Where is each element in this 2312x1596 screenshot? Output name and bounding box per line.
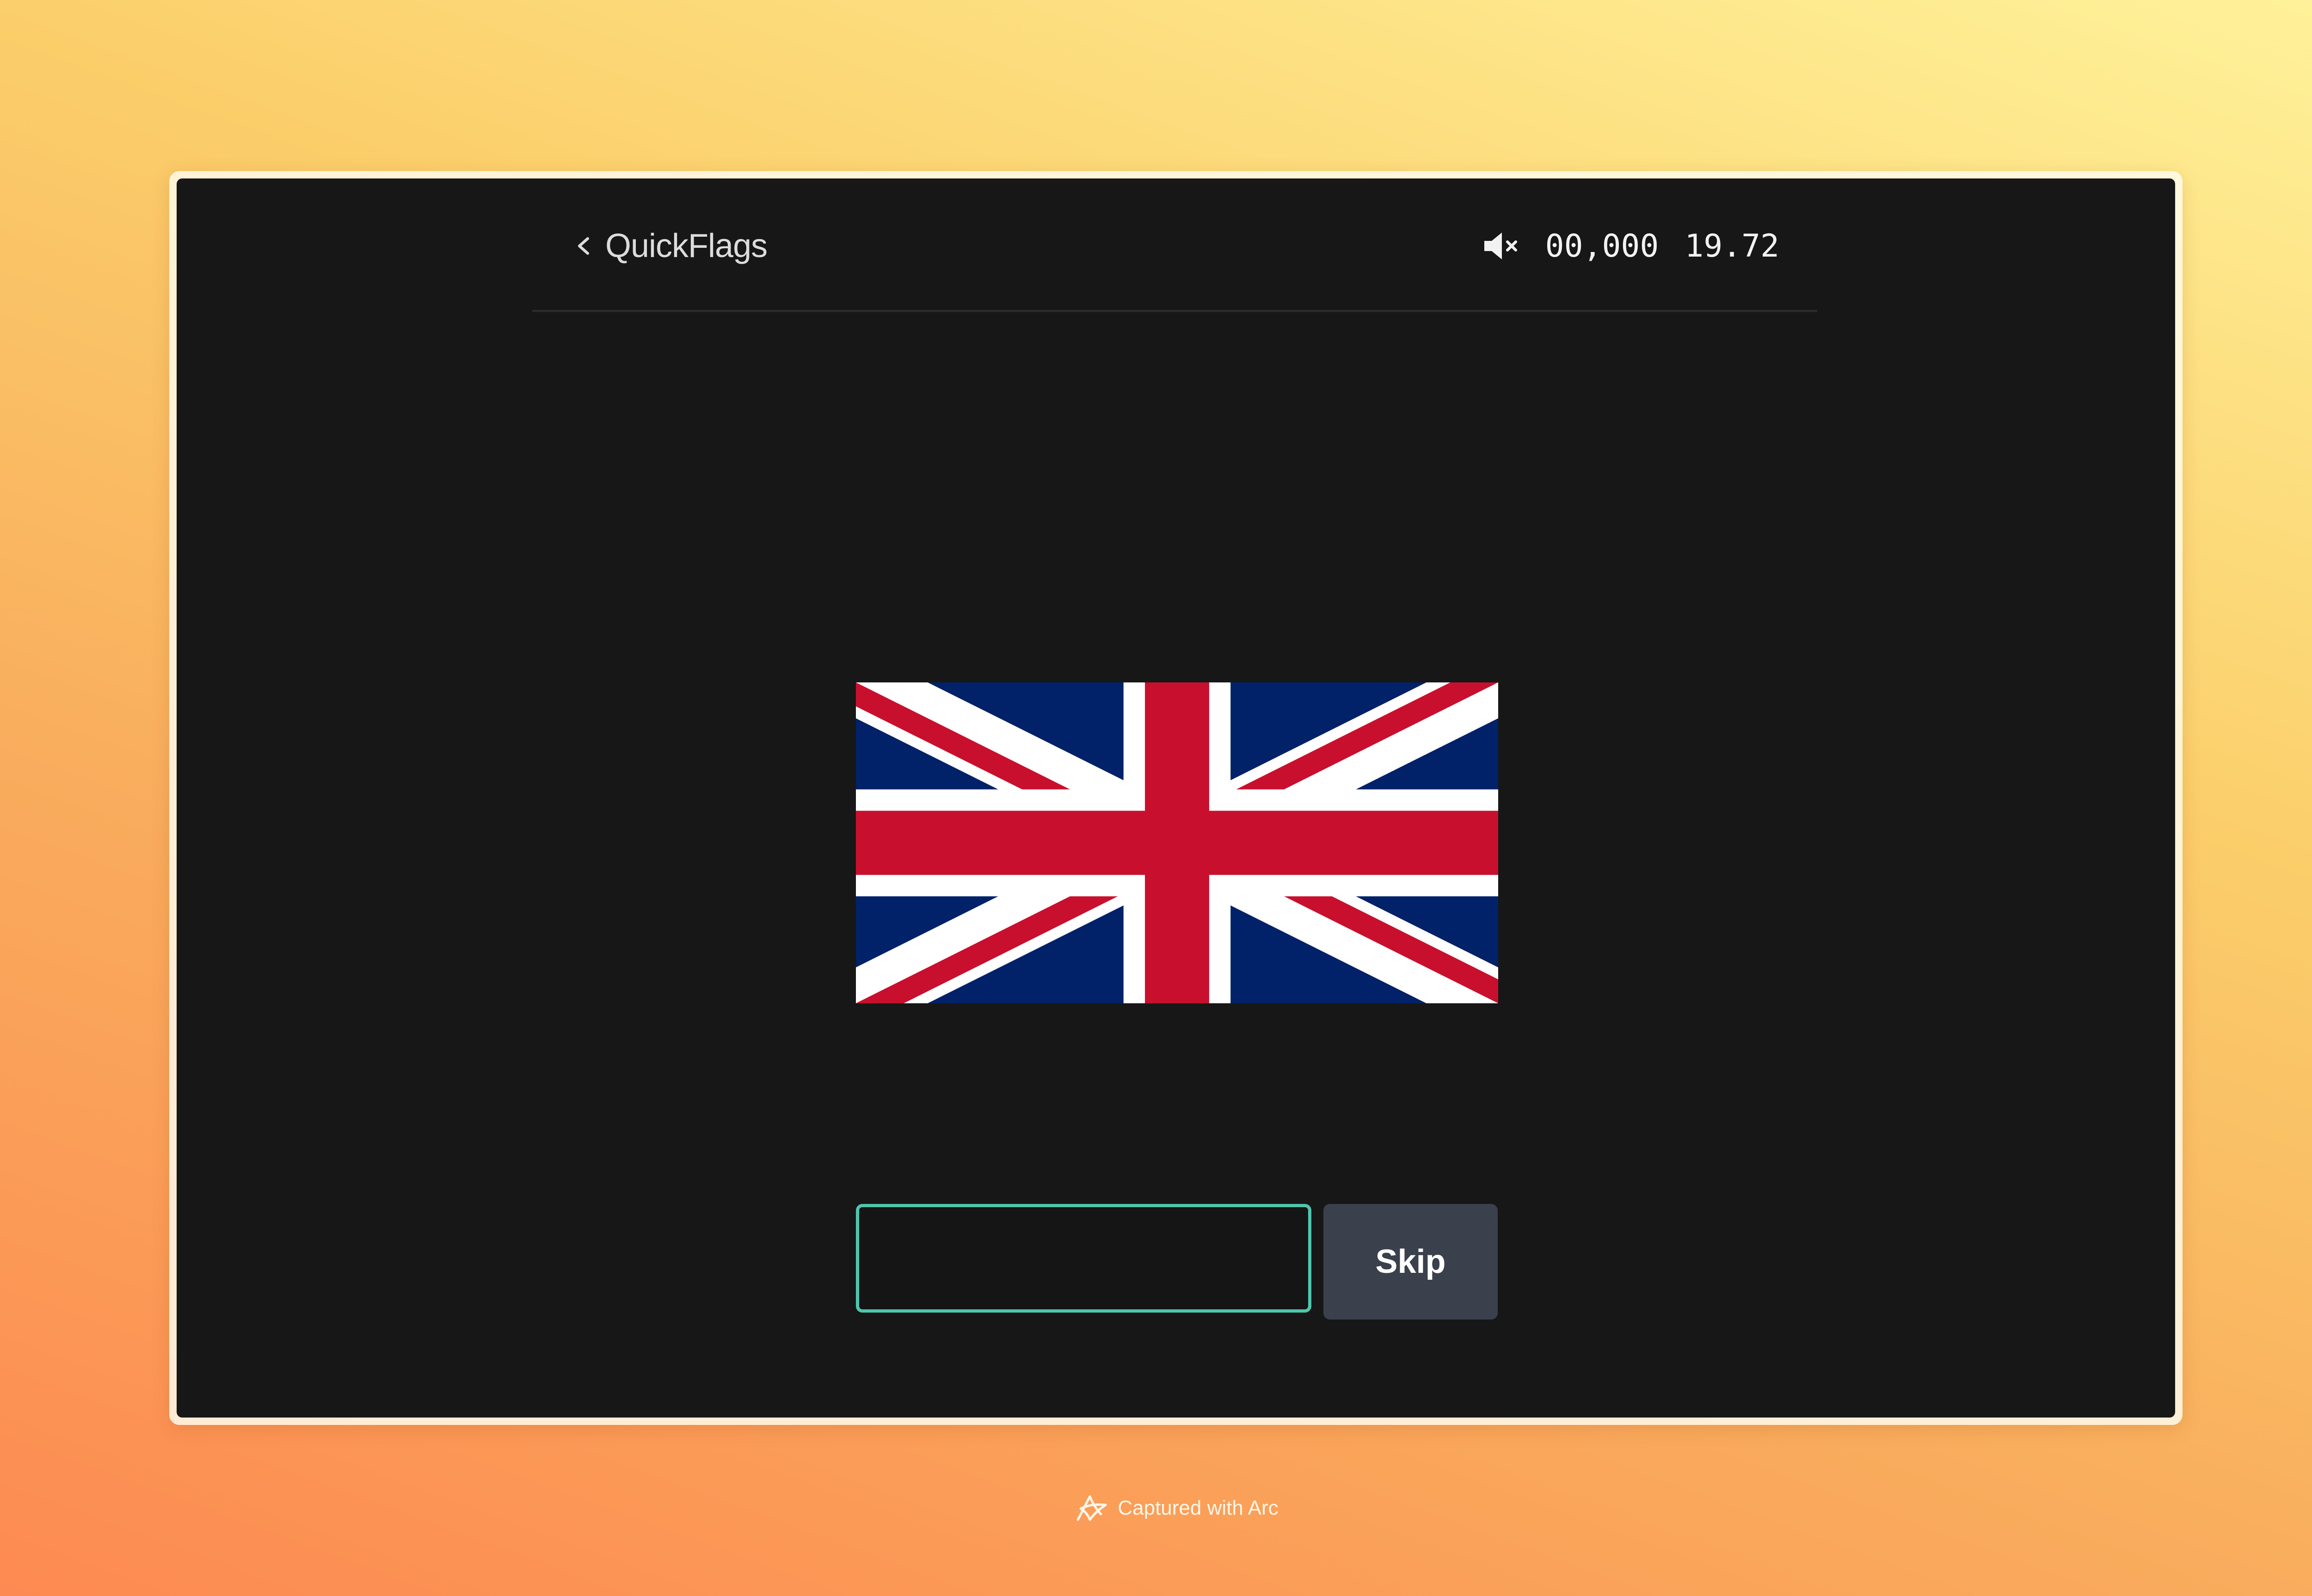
- game-header: QuickFlags 00,000 19.72: [532, 178, 1817, 312]
- game-window: QuickFlags 00,000 19.72 Skip: [177, 178, 2175, 1418]
- answer-input[interactable]: [856, 1204, 1311, 1313]
- watermark-text: Captured with Arc: [1118, 1497, 1279, 1519]
- app-title: QuickFlags: [605, 227, 768, 264]
- timer: 19.72: [1685, 227, 1779, 264]
- browser-window-frame: QuickFlags 00,000 19.72 Skip: [169, 171, 2183, 1425]
- volume-muted-icon[interactable]: [1482, 230, 1520, 262]
- arc-logo-icon: [1074, 1493, 1109, 1523]
- back-link[interactable]: QuickFlags: [570, 223, 768, 269]
- score-counter: 00,000: [1545, 227, 1659, 264]
- chevron-left-icon: [570, 233, 596, 259]
- status-group: 00,000 19.72: [1482, 223, 1779, 269]
- arc-watermark: Captured with Arc: [0, 1490, 2312, 1527]
- skip-button[interactable]: Skip: [1323, 1204, 1498, 1320]
- flag-image: [856, 682, 1498, 1003]
